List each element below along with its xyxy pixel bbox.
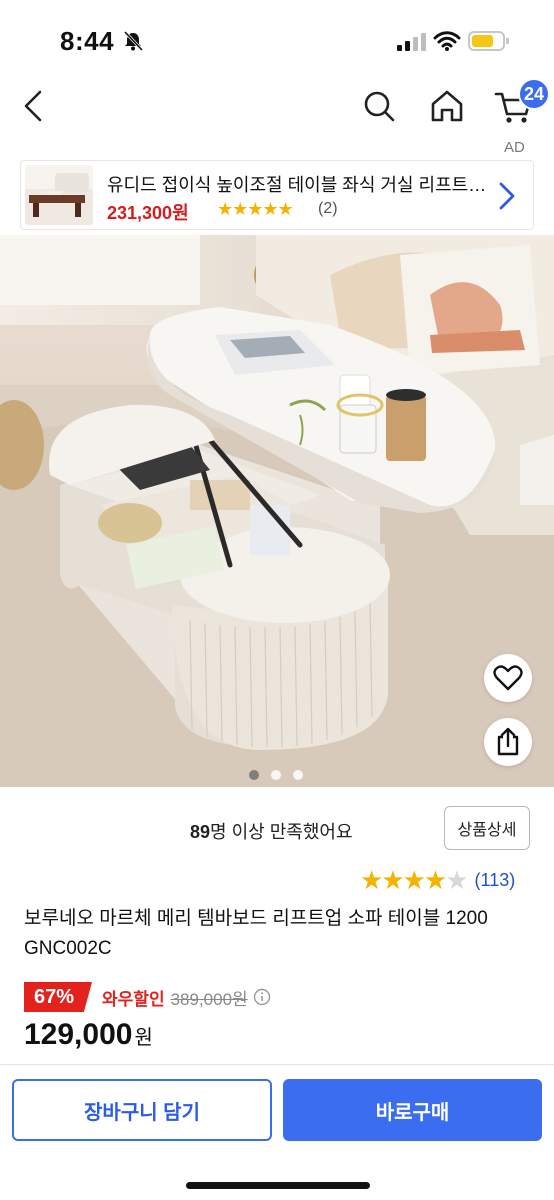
top-nav (0, 76, 554, 136)
back-icon[interactable] (18, 86, 52, 126)
sale-price: 129,000 원 (24, 1018, 153, 1052)
original-price: 389,000원 (170, 989, 248, 1009)
filled-stars: ★★★★ (360, 864, 447, 895)
favorite-button[interactable] (484, 654, 532, 702)
bell-slash-icon (123, 30, 144, 52)
search-icon[interactable] (360, 86, 398, 126)
product-image[interactable] (0, 235, 554, 787)
star-rating: ★★★★★ (360, 864, 469, 896)
satisfaction-text: 89명 이상 만족했어요 (190, 818, 353, 844)
ad-review-count: (2) (318, 200, 338, 217)
buy-now-button[interactable]: 바로구매 (283, 1079, 542, 1141)
status-time: 8:44 (60, 26, 115, 56)
satisfaction-count: 89 (190, 822, 211, 842)
bottom-action-bar: 장바구니 담기 바로구매 (0, 1064, 554, 1200)
discount-badge: 67% (24, 982, 93, 1012)
review-count-link[interactable]: (113) (475, 870, 516, 891)
ad-price: 231,300원 (107, 203, 189, 223)
ad-label: AD (504, 139, 525, 156)
empty-stars: ★ (445, 864, 468, 895)
product-detail-button[interactable]: 상품상세 (444, 806, 530, 850)
wow-discount-label: 와우할인 (102, 989, 165, 1009)
ad-star-rating: ★★★★★ (217, 199, 294, 219)
share-button[interactable] (484, 718, 532, 766)
product-title: 보루네오 마르체 메리 템바보드 리프트업 소파 테이블 1200 GNC002… (24, 908, 488, 959)
chevron-right-icon[interactable] (495, 179, 519, 213)
satisfaction-label: 명 이상 만족했어요 (210, 822, 353, 842)
price-value: 129,000 (24, 1018, 133, 1051)
home-icon[interactable] (428, 86, 466, 126)
ad-banner[interactable]: 유디드 접이식 높이조절 테이블 좌식 거실 리프트업 테이블 231,300원… (20, 160, 534, 230)
price-unit: 원 (134, 1027, 153, 1049)
product-rating[interactable]: ★★★★★ (113) (360, 864, 516, 896)
ad-thumbnail (25, 165, 93, 225)
ad-title: 유디드 접이식 높이조절 테이블 좌식 거실 리프트업 테이블 (107, 175, 487, 195)
home-indicator[interactable] (186, 1182, 370, 1189)
heart-icon (493, 665, 523, 691)
cart-count-badge[interactable]: 24 (518, 78, 550, 110)
discount-row: 67% 와우할인 389,000원 (24, 982, 271, 1012)
share-icon (497, 727, 519, 756)
gallery-pagination (249, 770, 303, 780)
gallery-dot[interactable] (271, 770, 281, 780)
wifi-icon (433, 31, 461, 51)
signal-icon (397, 33, 426, 51)
gallery-dot[interactable] (249, 770, 259, 780)
status-bar: 8:44 (0, 0, 554, 70)
info-icon[interactable] (253, 988, 271, 1006)
add-to-cart-button[interactable]: 장바구니 담기 (12, 1079, 272, 1141)
battery-icon (468, 31, 509, 51)
gallery-dot[interactable] (293, 770, 303, 780)
